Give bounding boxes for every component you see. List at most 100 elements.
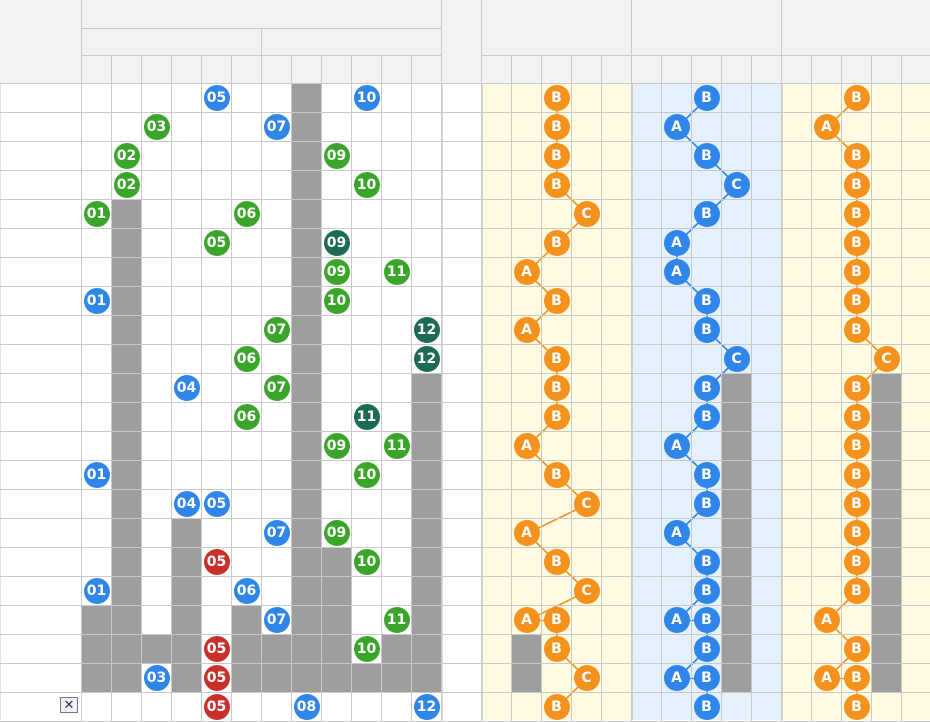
sum-value-cell	[442, 345, 482, 374]
sum-value-cell	[442, 461, 482, 490]
missing-count-cell	[262, 548, 292, 577]
sum-value-cell	[442, 316, 482, 345]
missing-count-cell	[262, 142, 292, 171]
number-column-header	[292, 56, 322, 84]
abc-spacer	[782, 142, 812, 171]
missing-count-cell	[512, 577, 542, 606]
missing-count-cell	[172, 200, 202, 229]
missing-count-cell	[202, 403, 232, 432]
gap-count-cell	[322, 635, 352, 664]
missing-count-cell	[232, 287, 262, 316]
missing-count-cell	[232, 113, 262, 142]
abc-spacer	[602, 113, 632, 142]
number-cell: 06	[232, 403, 262, 432]
missing-count-cell	[722, 229, 752, 258]
ratio-marker-ball: B	[693, 85, 720, 111]
prediction-ratio-cell	[812, 693, 842, 722]
gap-count-cell	[872, 461, 902, 490]
missing-count-cell	[322, 200, 352, 229]
missing-count-cell	[82, 403, 112, 432]
drawn-number-ball: 09	[323, 259, 350, 285]
period-cell	[0, 519, 82, 548]
ratio-marker-ball: B	[693, 636, 720, 662]
missing-count-cell	[172, 258, 202, 287]
ratio-marker-ball: C	[723, 346, 750, 372]
number-cell: 12	[412, 345, 442, 374]
drawn-number-ball: 05	[203, 85, 230, 111]
abc-spacer	[632, 84, 662, 113]
gap-count-cell	[412, 461, 442, 490]
ratio-marker-ball: B	[543, 230, 570, 256]
abc-spacer	[902, 200, 930, 229]
abc-spacer	[752, 113, 782, 142]
ratio-marker-ball: B	[693, 143, 720, 169]
gap-count-cell	[292, 113, 322, 142]
drawn-number-ball: 10	[353, 462, 380, 488]
ratio-cell: A	[512, 316, 542, 345]
missing-count-cell	[232, 142, 262, 171]
missing-count-cell	[202, 113, 232, 142]
missing-count-cell	[172, 403, 202, 432]
abc-spacer	[752, 56, 782, 84]
abc-spacer	[782, 345, 812, 374]
abc-spacer	[782, 519, 812, 548]
ratio-cell: B	[842, 316, 872, 345]
missing-count-cell	[82, 432, 112, 461]
abc-spacer	[632, 56, 662, 84]
ratio-marker-ball: A	[663, 230, 690, 256]
ratio-cell: B	[842, 664, 872, 693]
abc-spacer	[902, 548, 930, 577]
abc-spacer	[482, 490, 512, 519]
gap-count-cell	[872, 374, 902, 403]
drawn-number-ball: 01	[83, 462, 110, 488]
gap-count-cell	[112, 200, 142, 229]
ratio-cell: A	[512, 258, 542, 287]
missing-count-cell	[262, 258, 292, 287]
missing-count-cell	[82, 490, 112, 519]
ratio-marker-ball: A	[663, 607, 690, 633]
missing-count-cell	[142, 461, 172, 490]
ratio-cell: B	[692, 577, 722, 606]
missing-count-cell	[542, 519, 572, 548]
abc-spacer	[602, 229, 632, 258]
missing-count-cell	[412, 200, 442, 229]
missing-count-cell	[142, 490, 172, 519]
ratio-cell: B	[842, 577, 872, 606]
ratio-cell: B	[842, 374, 872, 403]
missing-count-cell	[412, 171, 442, 200]
number-cell: 05	[202, 490, 232, 519]
gap-count-cell	[82, 606, 112, 635]
ratio-marker-ball: B	[843, 259, 870, 285]
ratio-cell: B	[692, 200, 722, 229]
number-cell: 06	[232, 345, 262, 374]
missing-count-cell	[232, 548, 262, 577]
missing-count-cell	[872, 258, 902, 287]
abc-spacer	[752, 316, 782, 345]
number-cell: 09	[322, 432, 352, 461]
gap-count-cell	[112, 229, 142, 258]
ratio-marker-ball: B	[693, 578, 720, 604]
missing-count-cell	[662, 403, 692, 432]
gap-count-cell	[112, 490, 142, 519]
abc-spacer	[902, 490, 930, 519]
missing-count-cell	[262, 403, 292, 432]
number-cell: 07	[262, 606, 292, 635]
ratio-cell: B	[542, 345, 572, 374]
ratio-cell: A	[512, 606, 542, 635]
number-cell: 05	[202, 84, 232, 113]
gap-count-cell	[172, 635, 202, 664]
missing-count-cell	[352, 258, 382, 287]
abc-spacer	[782, 490, 812, 519]
abc-spacer	[632, 635, 662, 664]
missing-count-cell	[722, 258, 752, 287]
missing-count-cell	[572, 84, 602, 113]
missing-count-cell	[352, 200, 382, 229]
gap-count-cell	[112, 606, 142, 635]
missing-count-cell	[872, 316, 902, 345]
gap-count-cell	[292, 287, 322, 316]
ratio-cell: B	[542, 606, 572, 635]
missing-count-cell	[812, 229, 842, 258]
abc-spacer	[782, 229, 812, 258]
prediction-number-cell: 05	[202, 693, 232, 722]
missing-count-cell	[352, 113, 382, 142]
